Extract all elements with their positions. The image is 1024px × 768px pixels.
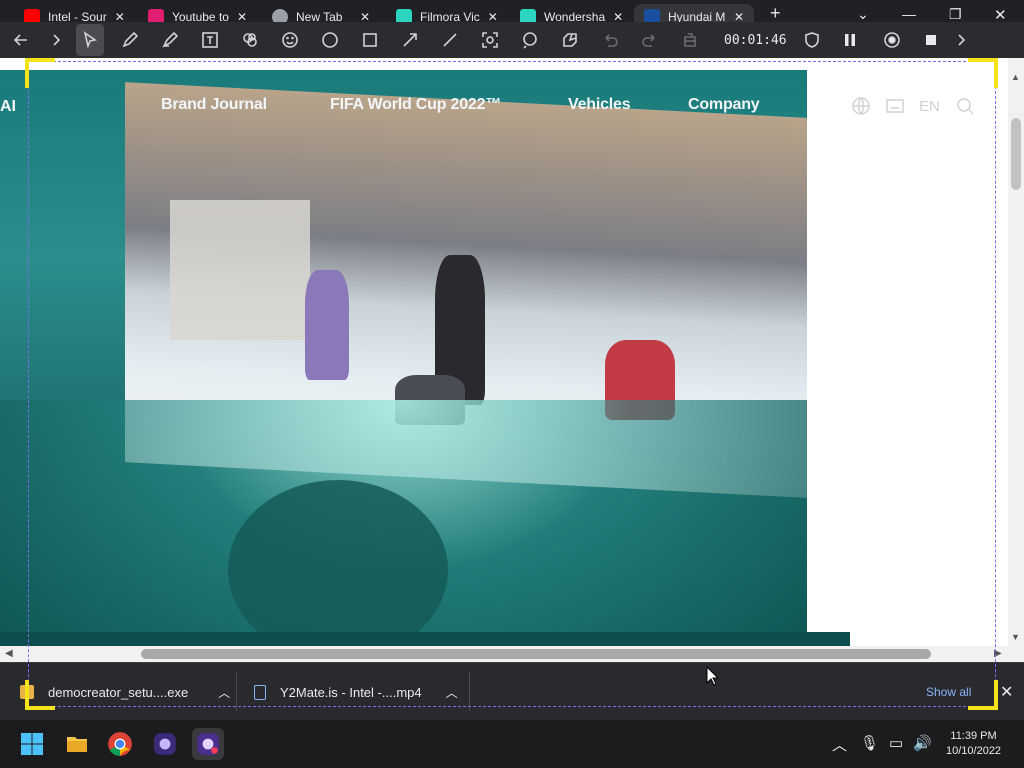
language-selector[interactable]: EN [919,98,940,115]
democreator-recorder-icon[interactable] [192,728,224,760]
web-page-content: AI Brand Journal FIFA World Cup 2022™ Ve… [0,58,1008,646]
chevron-right-icon[interactable] [42,24,70,56]
download-filename: democreator_setu....exe [48,684,189,700]
new-tab-button[interactable]: + [770,3,781,24]
line-icon[interactable] [430,24,470,56]
scroll-left-icon[interactable]: ◀ [5,648,13,659]
scroll-right-icon[interactable]: ▶ [994,648,1002,659]
nav-vehicles[interactable]: Vehicles [568,96,631,114]
vehicle-card-icon[interactable] [885,96,905,116]
circle-icon[interactable] [310,24,350,56]
network-icon[interactable]: ▭ [889,734,903,752]
square-icon[interactable] [350,24,390,56]
download-item[interactable]: Y2Mate.is - Intel -....mp4 ︿ [254,663,458,721]
vertical-scrollbar[interactable]: ▲ ▼ [1008,58,1024,646]
screen-recorder-toolbar: 00:01:46 [0,22,1024,58]
restore-button[interactable]: ❐ [949,6,962,23]
tab-search-button[interactable]: ⌄ [857,6,869,23]
clear-icon[interactable] [670,24,710,56]
download-item[interactable]: democreator_setu....exe ︿ [20,663,230,721]
mouse-cursor-icon [706,666,720,686]
windows-taskbar: ︿ 🎙 ▭ 🔊 11:39 PM 10/10/2022 [0,720,1024,768]
horizontal-scroll-thumb[interactable] [141,649,931,659]
download-separator [469,671,470,711]
close-download-bar-icon[interactable]: ✕ [1000,682,1013,702]
scroll-up-icon[interactable]: ▲ [1011,72,1020,82]
pause-icon[interactable] [827,24,873,56]
video-bottom-strip [0,632,850,646]
stop-icon[interactable] [911,24,951,56]
show-hidden-icons-icon[interactable]: ︿ [832,734,847,755]
globe-icon[interactable] [851,96,871,116]
democreator-icon[interactable] [149,728,181,760]
spotlight-icon[interactable] [470,24,510,56]
collapse-chevron-icon[interactable] [951,24,971,56]
download-filename: Y2Mate.is - Intel -....mp4 [280,684,422,700]
video-file-icon [254,684,266,700]
installer-file-icon [20,685,34,699]
emoji-icon[interactable] [270,24,310,56]
eraser-icon[interactable] [550,24,590,56]
shield-icon[interactable] [797,24,827,56]
stamp-icon[interactable] [230,24,270,56]
nav-fifa-world-cup[interactable]: FIFA World Cup 2022™ [330,96,501,114]
chevron-up-icon[interactable]: ︿ [218,684,230,701]
minimize-button[interactable]: — [902,6,916,22]
undo-icon[interactable] [590,24,630,56]
microphone-icon[interactable]: 🎙 [860,734,879,752]
download-bar: democreator_setu....exe ︿ Y2Mate.is - In… [0,662,1024,720]
chevron-up-icon[interactable]: ︿ [446,684,458,701]
site-logo[interactable]: AI [0,98,16,116]
select-arrow-icon[interactable] [76,24,104,56]
redo-icon[interactable] [630,24,670,56]
nav-company[interactable]: Company [688,96,760,114]
system-clock[interactable]: 11:39 PM 10/10/2022 [946,729,1001,759]
video-person [305,270,349,380]
file-explorer-icon[interactable] [61,728,93,760]
vertical-scroll-thumb[interactable] [1011,118,1021,190]
video-building [170,200,310,340]
video-foreground-head [228,480,448,646]
hero-video[interactable] [0,70,807,646]
volume-icon[interactable]: 🔊 [913,734,932,752]
back-arrow-icon[interactable] [0,24,42,56]
horizontal-scrollbar[interactable]: ◀ ▶ [0,646,1024,662]
search-icon[interactable] [955,96,975,116]
highlighter-icon[interactable] [150,24,190,56]
download-separator [236,671,237,711]
text-icon[interactable] [190,24,230,56]
pen-icon[interactable] [110,24,150,56]
webcam-icon[interactable] [873,24,911,56]
nav-brand-journal[interactable]: Brand Journal [161,96,267,114]
clock-time: 11:39 PM [950,730,997,742]
arrow-icon[interactable] [390,24,430,56]
recording-timer: 00:01:46 [724,32,787,48]
windows-start-icon[interactable] [16,728,48,760]
chrome-icon[interactable] [104,728,136,760]
clock-date: 10/10/2022 [946,745,1002,757]
show-all-downloads-link[interactable]: Show all [926,685,971,699]
magnifier-icon[interactable] [510,24,550,56]
scroll-down-icon[interactable]: ▼ [1011,632,1020,642]
site-navigation: AI Brand Journal FIFA World Cup 2022™ Ve… [0,86,1008,126]
